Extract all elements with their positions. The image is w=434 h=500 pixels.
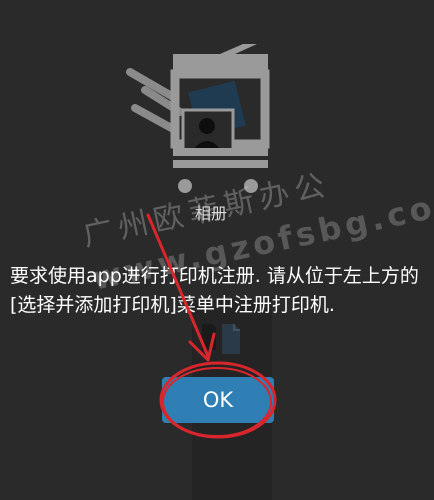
app-screen: 相册 广州欧菲斯办公 www.gzofsbg.com 要求使用app进行打印机注…: [0, 0, 434, 500]
document-icon: [202, 324, 240, 354]
ok-button[interactable]: OK: [162, 377, 274, 423]
dialog-message: 要求使用app进行打印机注册. 请从位于左上方的[选择并添加打印机]菜单中注册打…: [10, 265, 419, 316]
